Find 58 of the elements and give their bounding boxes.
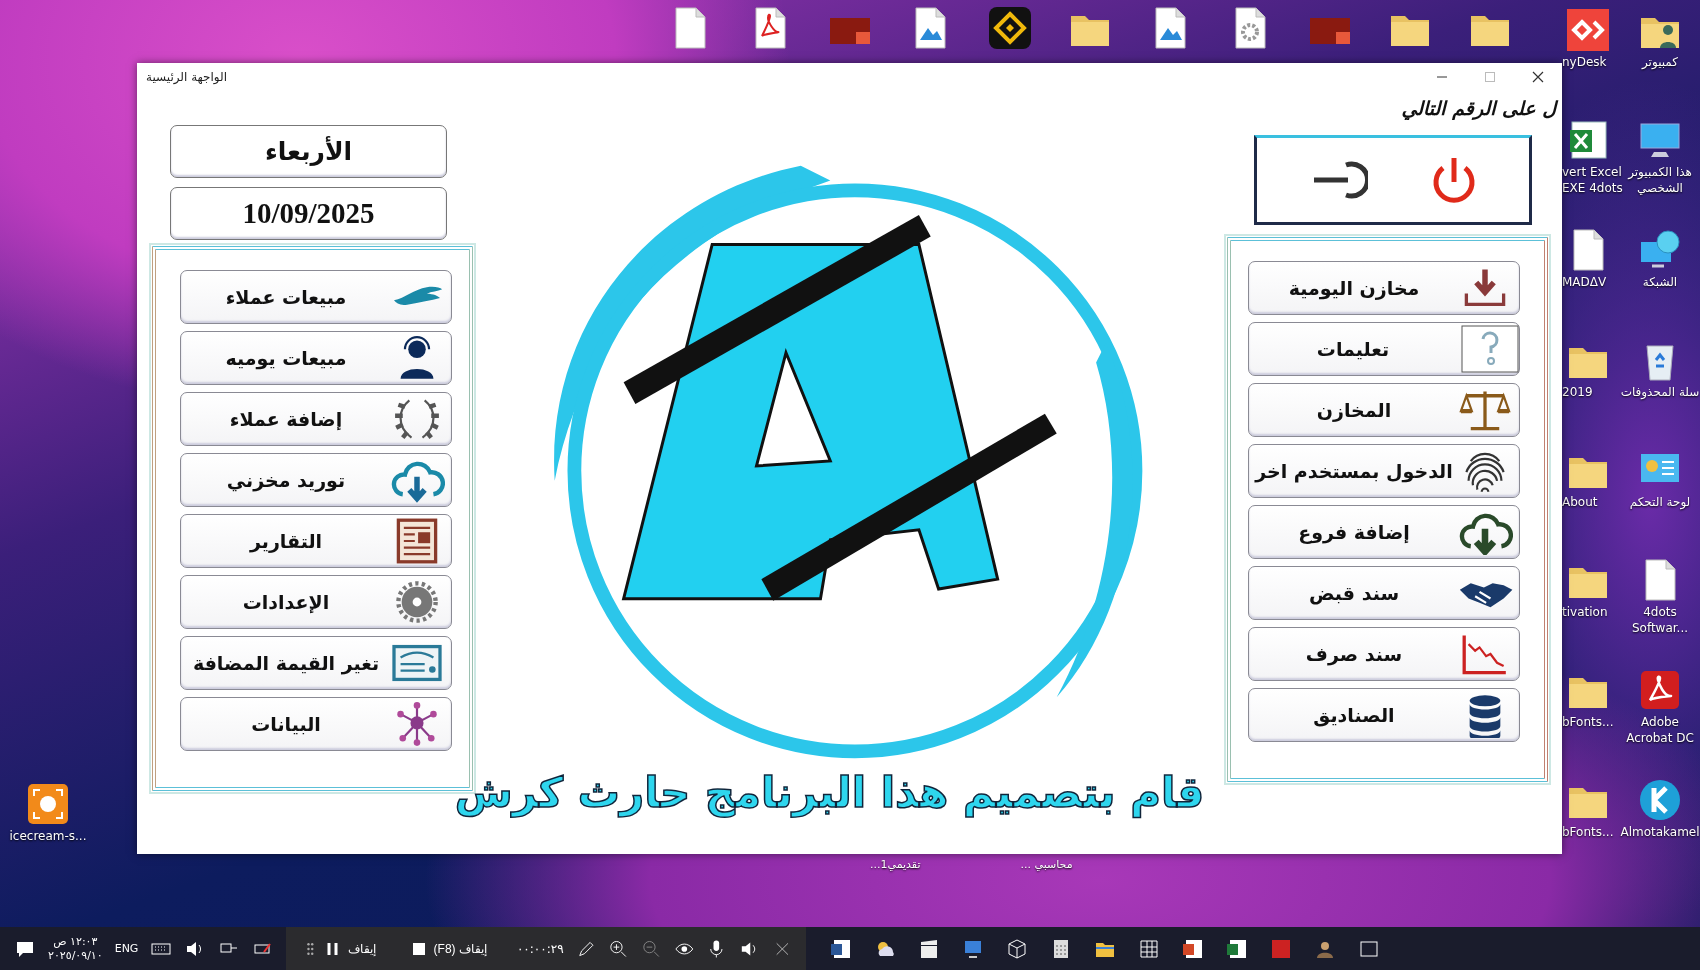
icon-label[interactable]: كمبيوتر [1641,55,1679,71]
clock-time[interactable]: ١٢:٠٣ ص [48,934,103,949]
icon-label[interactable]: nyDesk [1562,55,1607,71]
grid-icon[interactable] [1138,937,1161,960]
menu-button[interactable]: التقارير [180,514,452,568]
window-title: الواجهة الرئيسية [146,70,228,84]
icon-label[interactable]: تقديمي1... [870,858,921,878]
menu-button[interactable]: مبيعات يوميه [180,331,452,385]
app-circle-icon[interactable] [1638,778,1682,822]
day-label: الأربعاء [170,125,447,178]
spreadsheet-app-icon[interactable] [1226,937,1249,960]
icon-label[interactable]: سلة المحذوفات [1620,385,1700,401]
icon-label[interactable]: Almotakamel [1620,825,1700,841]
icon-label[interactable]: Adobe Acrobat DC [1620,715,1700,747]
date-label: 10/09/2025 [170,187,447,240]
recording-timer: ٠٠:٠٠:٢٩ [516,941,564,956]
presentation-app-icon[interactable] [1182,937,1205,960]
icon-label[interactable]: bFonts... [1562,825,1614,841]
icon-label[interactable]: MADΔV [1562,275,1607,291]
menu-button[interactable]: سند صرف [1248,627,1520,681]
menu-button[interactable]: تغير القيمة المضافة [180,636,452,690]
menu-button[interactable]: سند قبض [1248,566,1520,620]
menu-button[interactable]: المخازن [1248,383,1520,437]
stop-button[interactable]: إيقاف (F8) [411,941,487,956]
diamond-app-icon[interactable] [1566,8,1610,52]
icon-label[interactable]: محاسبي ... [1020,858,1073,878]
menu-button[interactable]: إضافة عملاء [180,392,452,446]
menu-button[interactable]: مخازن اليومية [1248,261,1520,315]
menu-button[interactable]: البيانات [180,697,452,751]
icon-label[interactable]: 2019 [1562,385,1593,401]
prompt-text: ل على الرقم التالي [1227,97,1562,119]
icon-label[interactable]: 4dots Softwar... [1620,605,1700,637]
menu-button[interactable]: توريد مخزني [180,453,452,507]
menu-button[interactable]: الإعدادات [180,575,452,629]
clock-date[interactable]: ٢٠٢٥/٠٩/١٠ [48,948,103,963]
diamond-logo-icon[interactable] [988,6,1032,50]
question-icon [1461,323,1519,375]
language-indicator[interactable]: ENG [114,941,139,956]
icon-label[interactable]: vert Excel EXE 4dots [1562,165,1624,197]
icon-label[interactable]: tivation [1562,605,1608,621]
icon-label[interactable]: About [1562,495,1598,511]
document-app-icon[interactable] [830,937,853,960]
pause-button[interactable]: إيقاف [325,940,376,957]
menu-button[interactable]: الصناديق [1248,688,1520,742]
icon-label[interactable]: الشبكة [1642,275,1678,291]
menu-button[interactable]: الدخول بمستخدم اخر [1248,444,1520,498]
stop-icon [411,941,426,956]
credit-text: قام بتصميم هذا البرنامج حارث كرش [454,768,1205,817]
cube-icon[interactable] [1006,937,1029,960]
menu-button[interactable]: إضافة فروع [1248,505,1520,559]
menu-button[interactable]: تعليمات [1248,322,1520,376]
icon-label[interactable]: icecream-s... [9,829,87,845]
pause-icon [325,940,340,957]
icon-label[interactable]: bFonts... [1562,715,1614,731]
pdf-app-icon[interactable] [1638,668,1682,712]
recorder-app-icon[interactable] [26,782,70,826]
icon-label[interactable]: لوحة التحكم [1629,495,1691,511]
menu-button[interactable]: مبيعات عملاء [180,270,452,324]
